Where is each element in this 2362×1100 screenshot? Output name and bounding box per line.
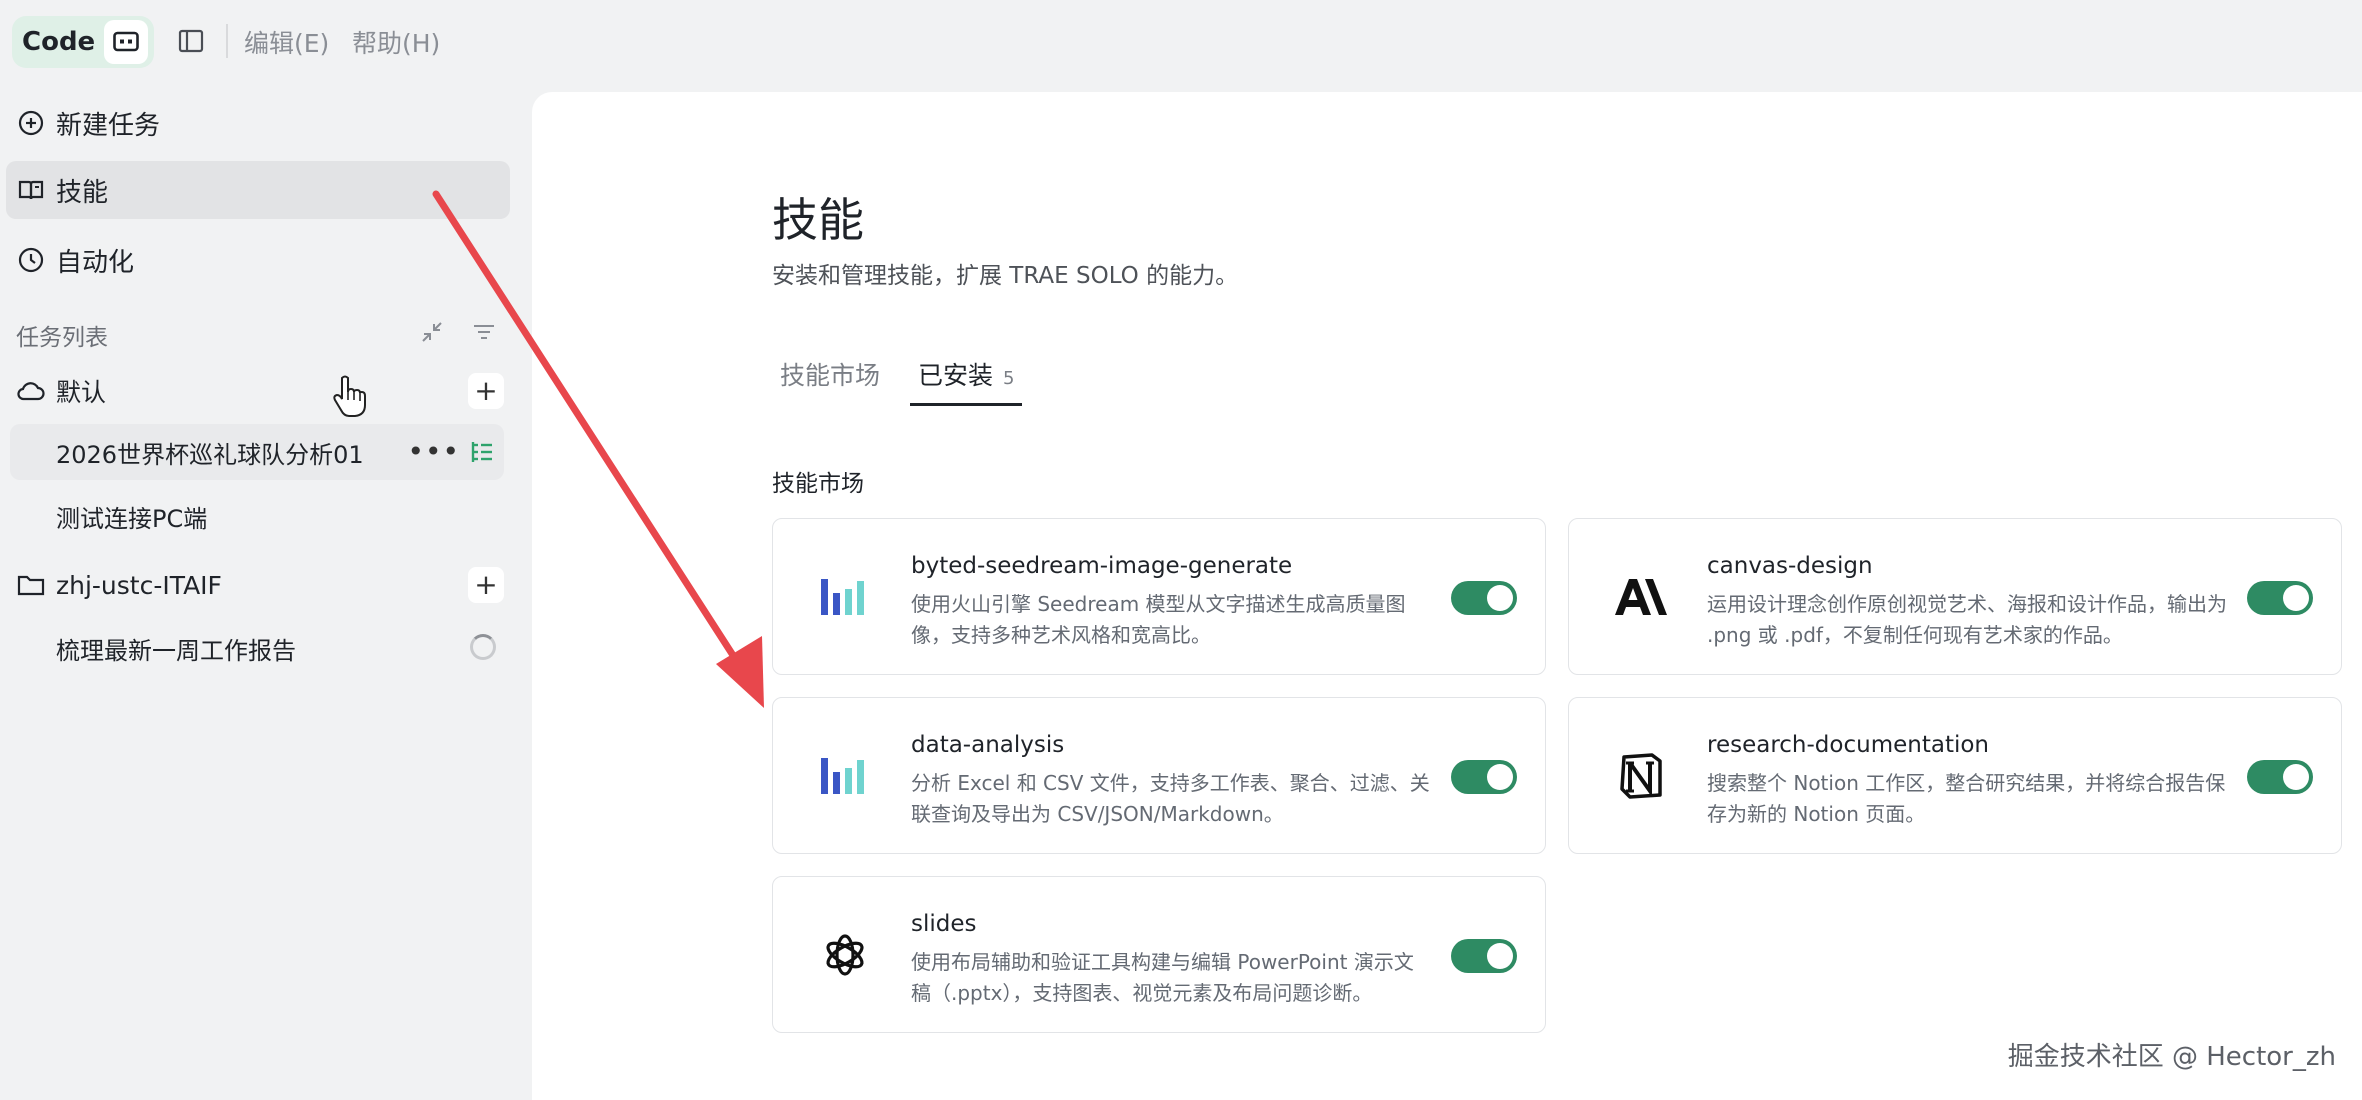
skill-toggle[interactable] xyxy=(1451,760,1517,794)
add-task-button[interactable]: + xyxy=(468,567,504,603)
tab-market[interactable]: 技能市场 xyxy=(780,356,880,406)
nav-skills-label: 技能 xyxy=(56,177,109,208)
task-tree-icon[interactable] xyxy=(468,438,496,466)
task-list-title: 任务列表 xyxy=(16,325,108,351)
skill-name: canvas-design xyxy=(1707,553,1873,579)
toggle-knob xyxy=(1487,943,1513,969)
loading-spinner-icon xyxy=(470,634,496,660)
notion-logo-icon xyxy=(1613,748,1669,804)
skill-card[interactable]: research-documentation 搜索整个 Notion 工作区，整… xyxy=(1568,697,2342,854)
plus-circle-icon xyxy=(16,108,46,138)
folder-icon xyxy=(16,570,46,600)
openai-logo-icon xyxy=(817,927,873,983)
page-subtitle: 安装和管理技能，扩展 TRAE SOLO 的能力。 xyxy=(772,263,1239,289)
skill-description: 使用布局辅助和验证工具构建与编辑 PowerPoint 演示文稿（.pptx），… xyxy=(911,950,1414,1005)
skill-name: data-analysis xyxy=(911,732,1065,758)
tab-market-label: 技能市场 xyxy=(780,361,881,390)
skills-list-title: 技能市场 xyxy=(772,471,864,497)
skill-name: byted-seedream-image-generate xyxy=(911,553,1293,579)
toggle-knob xyxy=(1487,764,1513,790)
skill-description: 分析 Excel 和 CSV 文件，支持多工作表、聚合、过滤、关联查询及导出为 … xyxy=(911,771,1430,826)
toggle-knob xyxy=(2283,764,2309,790)
nav-automation-label: 自动化 xyxy=(56,247,135,278)
robot-icon[interactable] xyxy=(104,20,148,64)
filter-icon[interactable] xyxy=(470,318,498,346)
nav-skills[interactable]: 技能 xyxy=(6,161,510,219)
toggle-knob xyxy=(2283,585,2309,611)
skill-toggle[interactable] xyxy=(1451,939,1517,973)
nav-new-task[interactable]: 新建任务 xyxy=(6,94,510,152)
skill-description: 使用火山引擎 Seedream 模型从文字描述生成高质量图像，支持多种艺术风格和… xyxy=(911,592,1406,647)
skill-card[interactable]: byted-seedream-image-generate 使用火山引擎 See… xyxy=(772,518,1546,675)
clock-icon xyxy=(16,245,46,275)
more-icon[interactable]: ••• xyxy=(407,438,460,466)
toolbar-divider xyxy=(226,24,228,58)
skill-description: 搜索整个 Notion 工作区，整合研究结果，并将综合报告保存为新的 Notio… xyxy=(1707,771,2226,826)
group-project[interactable]: zhj-ustc-ITAIF + xyxy=(16,560,504,610)
group-project-name: zhj-ustc-ITAIF xyxy=(56,570,222,600)
task-item[interactable]: 梳理最新一周工作报告 xyxy=(10,620,504,676)
top-bar: Code 编辑(E) 帮助(H) xyxy=(0,0,2362,84)
sidebar-toggle-icon[interactable] xyxy=(176,26,206,56)
installed-count-badge: 5 xyxy=(1003,368,1015,389)
anthropic-logo-icon xyxy=(1613,569,1669,625)
code-mode-label: Code xyxy=(22,27,96,57)
skill-toggle[interactable] xyxy=(2247,581,2313,615)
task-item-label: 测试连接PC端 xyxy=(56,504,208,533)
app-window: Code 编辑(E) 帮助(H) 新建任务 技能 自动化 任务列表 默认 + 2… xyxy=(0,0,2362,1100)
group-default-name: 默认 xyxy=(56,378,107,407)
skill-toggle[interactable] xyxy=(1451,581,1517,615)
skill-card[interactable]: data-analysis 分析 Excel 和 CSV 文件，支持多工作表、聚… xyxy=(772,697,1546,854)
watermark: 掘金技术社区 @ Hector_zh xyxy=(2007,1042,2336,1072)
menu-help[interactable]: 帮助(H) xyxy=(352,24,440,60)
skill-description: 运用设计理念创作原创视觉艺术、海报和设计作品，输出为 .png 或 .pdf，不… xyxy=(1707,592,2227,647)
skill-toggle[interactable] xyxy=(2247,760,2313,794)
skill-name: research-documentation xyxy=(1707,732,1989,758)
skill-card[interactable]: slides 使用布局辅助和验证工具构建与编辑 PowerPoint 演示文稿（… xyxy=(772,876,1546,1033)
task-item[interactable]: 2026世界杯巡礼球队分析01 ••• xyxy=(10,424,504,480)
skill-card[interactable]: canvas-design 运用设计理念创作原创视觉艺术、海报和设计作品，输出为… xyxy=(1568,518,2342,675)
code-mode-switch[interactable]: Code xyxy=(12,16,154,68)
skill-name: slides xyxy=(911,911,977,937)
bar-logo-icon xyxy=(817,748,873,804)
collapse-icon[interactable] xyxy=(418,318,446,346)
cloud-icon xyxy=(16,376,46,406)
hand-cursor-icon xyxy=(333,375,366,417)
page-title: 技能 xyxy=(772,193,864,247)
book-icon xyxy=(16,175,46,205)
nav-new-task-label: 新建任务 xyxy=(56,110,161,141)
add-task-button[interactable]: + xyxy=(468,373,504,409)
toggle-knob xyxy=(1487,585,1513,611)
tab-installed-label: 已安装 xyxy=(918,361,994,390)
group-default[interactable]: 默认 + xyxy=(16,366,504,416)
task-item[interactable]: 测试连接PC端 xyxy=(10,488,504,544)
menu-edit[interactable]: 编辑(E) xyxy=(244,24,329,60)
tab-installed[interactable]: 已安装 5 xyxy=(910,356,1023,406)
main-panel: 技能 安装和管理技能，扩展 TRAE SOLO 的能力。 技能市场 已安装 5 技… xyxy=(532,92,2362,1100)
bar-logo-icon xyxy=(817,569,873,625)
nav-automation[interactable]: 自动化 xyxy=(6,231,510,289)
task-item-label: 梳理最新一周工作报告 xyxy=(56,636,296,665)
task-item-label: 2026世界杯巡礼球队分析01 xyxy=(56,440,364,469)
